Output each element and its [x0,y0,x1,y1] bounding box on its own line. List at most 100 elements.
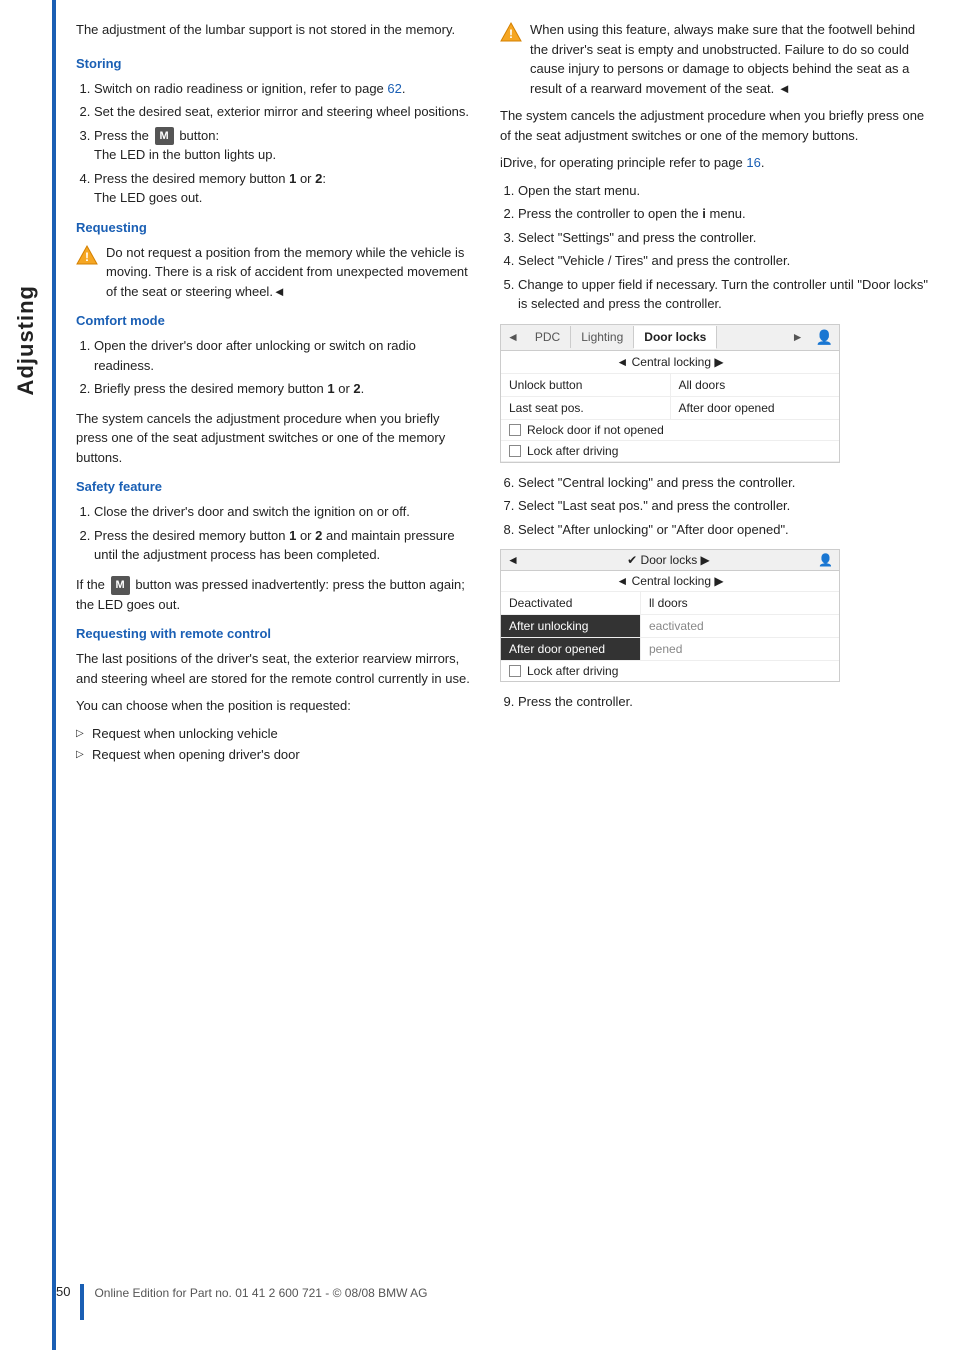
dlw2-checkbox1-row: Lock after driving [501,661,839,681]
door-locks-widget-2: ◄ ✔ Door locks ▶ 👤 ◄ Central locking ▶ D… [500,549,840,682]
dlw1-checkbox2-label: Lock after driving [527,444,618,458]
dlw2-row1: Deactivated ll doors [501,592,839,615]
comfort-mode-heading: Comfort mode [76,313,472,328]
right-steps-final: Press the controller. [518,692,934,712]
safety-steps: Close the driver's door and switch the i… [94,502,472,565]
comfort-steps: Open the driver's door after unlocking o… [94,336,472,399]
dlw1-checkbox1-row: Relock door if not opened [501,420,839,441]
dlw1-unlock-value: All doors [671,374,840,396]
dlw2-alldoors: ll doors [641,592,839,614]
right-step-9: Press the controller. [518,692,934,712]
page-link-62[interactable]: 62 [387,81,401,96]
right-warning: ! When using this feature, always make s… [500,20,934,98]
footer-line [80,1284,84,1320]
dlw2-row2: After unlocking eactivated [501,615,839,638]
safety-note: If the M button was pressed inadvertentl… [76,575,472,614]
right-step-2: Press the controller to open the i menu. [518,204,934,224]
dlw1-checkbox1[interactable] [509,424,521,436]
sidebar-text: Adjusting [13,285,39,395]
dlw1-arrow-left: ◄ [501,326,525,348]
requesting-remote-bullets: Request when unlocking vehicle Request w… [76,724,472,765]
dlw2-row3: After door opened pened [501,638,839,661]
dlw2-checkbox1[interactable] [509,665,521,677]
comfort-step-1: Open the driver's door after unlocking o… [94,336,472,375]
storing-heading: Storing [76,56,472,71]
warning-icon-requesting: ! [76,244,98,266]
right-column: ! When using this feature, always make s… [496,20,934,1330]
dlw1-checkbox1-label: Relock door if not opened [527,423,664,437]
dlw1-central: ◄ Central locking ▶ [501,351,839,374]
dlw2-checkmark: ✔ Door locks ▶ [519,553,818,567]
door-locks-widget-1: ◄ PDC Lighting Door locks ► 👤 ◄ Central … [500,324,840,463]
left-column: The adjustment of the lumbar support is … [76,20,496,1330]
right-step-4: Select "Vehicle / Tires" and press the c… [518,251,934,271]
right-warning-text: When using this feature, always make sur… [530,20,934,98]
dlw2-after-door-opened: After door opened [501,638,641,660]
dlw1-lastseat-label: Last seat pos. [501,397,671,419]
dlw1-tab-doorlocks: Door locks [634,326,717,349]
dlw1-lastseat-value: After door opened [671,397,840,419]
bullet-open-door: Request when opening driver's door [76,745,472,765]
warning-icon-right: ! [500,21,522,43]
requesting-heading: Requesting [76,220,472,235]
bullet-unlock: Request when unlocking vehicle [76,724,472,744]
dlw1-header: ◄ PDC Lighting Door locks ► 👤 [501,325,839,351]
comfort-note: The system cancels the adjustment proced… [76,409,472,468]
dlw1-checkbox2[interactable] [509,445,521,457]
page-container: Adjusting The adjustment of the lumbar s… [0,0,954,1350]
right-body2: iDrive, for operating principle refer to… [500,153,934,173]
dlw2-header: ◄ ✔ Door locks ▶ 👤 [501,550,839,571]
dlw2-eactivated: eactivated [641,615,839,637]
dlw1-tab-lighting: Lighting [571,326,634,348]
page-number: 50 [56,1284,70,1299]
dlw2-after-unlocking: After unlocking [501,615,641,637]
dlw1-row1: Unlock button All doors [501,374,839,397]
right-steps: Open the start menu. Press the controlle… [518,181,934,314]
dlw1-arrow-right: ► [786,326,810,348]
requesting-remote-body1: The last positions of the driver's seat,… [76,649,472,688]
dlw1-unlock-label: Unlock button [501,374,671,396]
right-step-7: Select "Last seat pos." and press the co… [518,496,934,516]
sidebar-label: Adjusting [0,280,52,400]
dlw2-pened: pened [641,638,839,660]
dlw2-arrow-left: ◄ [507,553,519,567]
right-body1: The system cancels the adjustment proced… [500,106,934,145]
safety-step-1: Close the driver's door and switch the i… [94,502,472,522]
dlw2-checkbox1-label: Lock after driving [527,664,618,678]
dlw2-person-icon: 👤 [818,553,833,567]
m-button-inline: M [155,127,174,146]
requesting-remote-heading: Requesting with remote control [76,626,472,641]
sidebar: Adjusting [0,0,52,1350]
right-steps-cont: Select "Central locking" and press the c… [518,473,934,540]
right-step-3: Select "Settings" and press the controll… [518,228,934,248]
dlw2-deactivated: Deactivated [501,592,641,614]
requesting-warning-text: Do not request a position from the memor… [106,243,472,302]
main-content: The adjustment of the lumbar support is … [52,0,954,1350]
right-step-1: Open the start menu. [518,181,934,201]
intro-text: The adjustment of the lumbar support is … [76,20,472,40]
svg-text:!: ! [509,27,513,41]
storing-step-2: Set the desired seat, exterior mirror an… [94,102,472,122]
dlw1-checkbox2-row: Lock after driving [501,441,839,462]
dlw2-central: ◄ Central locking ▶ [501,571,839,592]
page-link-16[interactable]: 16 [746,155,760,170]
page-footer: 50 Online Edition for Part no. 01 41 2 6… [56,1284,934,1320]
dlw1-tab-pdc: PDC [525,326,571,348]
storing-step-1: Switch on radio readiness or ignition, r… [94,79,472,99]
right-step-8: Select "After unlocking" or "After door … [518,520,934,540]
comfort-step-2: Briefly press the desired memory button … [94,379,472,399]
storing-steps: Switch on radio readiness or ignition, r… [94,79,472,208]
storing-step-3: Press the M button:The LED in the button… [94,126,472,165]
right-step-6: Select "Central locking" and press the c… [518,473,934,493]
requesting-warning: ! Do not request a position from the mem… [76,243,472,302]
safety-step-2: Press the desired memory button 1 or 2 a… [94,526,472,565]
safety-feature-heading: Safety feature [76,479,472,494]
requesting-remote-body2: You can choose when the position is requ… [76,696,472,716]
svg-text:!: ! [85,250,89,264]
m-button-safety: M [111,576,130,595]
dlw1-row2: Last seat pos. After door opened [501,397,839,420]
dlw1-person-icon: 👤 [810,325,839,350]
storing-step-4: Press the desired memory button 1 or 2:T… [94,169,472,208]
right-step-5: Change to upper field if necessary. Turn… [518,275,934,314]
accent-bar [52,0,56,1350]
